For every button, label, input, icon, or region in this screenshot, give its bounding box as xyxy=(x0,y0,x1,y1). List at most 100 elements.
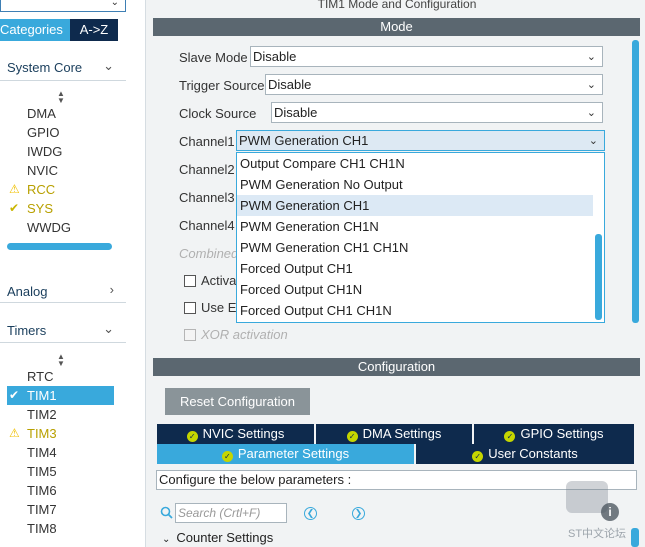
peripheral-item-tim7[interactable]: TIM7 xyxy=(7,500,114,519)
peripheral-item-rtc[interactable]: RTC xyxy=(7,367,114,386)
watermark-text: ST中文论坛 xyxy=(568,528,627,540)
peripheral-item-iwdg[interactable]: IWDG xyxy=(7,142,114,161)
top-dropdown[interactable]: ⌄ xyxy=(0,0,126,12)
peripheral-label: TIM2 xyxy=(27,407,57,422)
divider xyxy=(0,342,126,343)
checkmark-icon: ✔ xyxy=(9,201,20,215)
warning-icon: ⚠ xyxy=(9,426,20,440)
sort-icon[interactable]: ▲ ▼ xyxy=(57,90,65,105)
channel1-dropdown-list[interactable]: Output Compare CH1 CH1N PWM Generation No… xyxy=(236,152,605,323)
chevron-down-icon: ⌄ xyxy=(586,107,596,119)
section-analog[interactable]: Analog › xyxy=(0,279,126,303)
tab-gpio-settings[interactable]: ✓ GPIO Settings xyxy=(474,424,634,444)
dropdown-option[interactable]: PWM Generation No Output xyxy=(237,174,593,195)
channel3-label: Channel3 xyxy=(179,190,235,205)
dropdown-option[interactable]: PWM Generation CH1N xyxy=(237,216,593,237)
dropdown-option[interactable]: Forced Output CH1N xyxy=(237,279,593,300)
dropdown-option[interactable]: PWM Generation CH1 CH1N xyxy=(237,237,593,258)
sort-icon[interactable]: ▲ ▼ xyxy=(57,353,65,368)
section-timers[interactable]: Timers ⌄ xyxy=(0,318,126,342)
slave-mode-label: Slave Mode xyxy=(179,50,248,65)
check-circle-icon: ✓ xyxy=(504,431,516,442)
check-circle-icon: ✓ xyxy=(186,431,198,442)
section-label: Timers xyxy=(7,323,47,338)
peripheral-label: GPIO xyxy=(27,125,60,140)
dropdown-option[interactable]: Forced Output CH1 xyxy=(237,258,593,279)
channel2-label: Channel2 xyxy=(179,162,235,177)
divider xyxy=(0,80,126,81)
dropdown-scrollbar[interactable] xyxy=(595,234,602,320)
tab-label: User Constants xyxy=(488,446,578,461)
tab-categories[interactable]: Categories xyxy=(0,19,70,41)
tab-a-to-z[interactable]: A->Z xyxy=(70,19,118,41)
tab-nvic-settings[interactable]: ✓ NVIC Settings xyxy=(157,424,314,444)
peripheral-label: SYS xyxy=(27,201,54,216)
peripheral-item-nvic[interactable]: NVIC xyxy=(7,161,114,180)
peripheral-label: TIM3 xyxy=(27,426,57,441)
dropdown-option[interactable]: PWM Generation CH1 xyxy=(237,195,593,216)
tab-parameter-settings[interactable]: ✓ Parameter Settings xyxy=(157,444,414,464)
trigger-source-select[interactable]: Disable ⌄ xyxy=(265,74,603,95)
peripheral-label: TIM7 xyxy=(27,502,57,517)
peripheral-item-tim2[interactable]: TIM2 xyxy=(7,405,114,424)
tab-dma-settings[interactable]: ✓ DMA Settings xyxy=(316,424,472,444)
group-label: Counter Settings xyxy=(176,530,274,545)
peripheral-label: RCC xyxy=(27,182,56,197)
peripheral-item-dma[interactable]: DMA xyxy=(7,104,114,123)
tab-label: Parameter Settings xyxy=(237,446,350,461)
peripheral-item-sys[interactable]: ✔ SYS xyxy=(7,199,114,218)
peripheral-item-tim5[interactable]: TIM5 xyxy=(7,462,114,481)
config-scrollbar[interactable] xyxy=(631,528,639,547)
activate-checkbox[interactable] xyxy=(184,275,196,287)
chevron-down-icon: ⌄ xyxy=(586,79,596,91)
divider xyxy=(0,302,126,303)
section-label: System Core xyxy=(7,60,83,75)
trigger-source-label: Trigger Source xyxy=(179,78,265,93)
peripheral-item-tim8[interactable]: TIM8 xyxy=(7,519,114,538)
peripheral-item-gpio[interactable]: GPIO xyxy=(7,123,114,142)
dropdown-option[interactable]: Output Compare CH1 CH1N xyxy=(237,153,593,174)
left-panel: ⌄ Categories A->Z System Core ⌄ ▲ ▼ DMA GP… xyxy=(0,0,126,547)
search-input[interactable]: Search (Crtl+F) xyxy=(175,503,287,523)
checkmark-icon: ✔ xyxy=(9,388,20,402)
peripheral-item-tim3[interactable]: ⚠ TIM3 xyxy=(7,424,114,443)
peripheral-label: TIM5 xyxy=(27,464,57,479)
window-title: TIM1 Mode and Configuration xyxy=(317,0,477,11)
combined-channels-label: Combined xyxy=(179,246,239,261)
peripheral-item-tim4[interactable]: TIM4 xyxy=(7,443,114,462)
peripheral-label: NVIC xyxy=(27,163,59,178)
next-result-icon[interactable]: ❯ xyxy=(352,507,365,520)
peripheral-item-tim1[interactable]: ✔ TIM1 xyxy=(7,386,114,405)
splitter[interactable] xyxy=(126,0,146,547)
channel1-select[interactable]: PWM Generation CH1 ⌄ xyxy=(236,130,605,151)
peripheral-label: TIM6 xyxy=(27,483,57,498)
previous-result-icon[interactable]: ❮ xyxy=(304,507,317,520)
channel4-label: Channel4 xyxy=(179,218,235,233)
horizontal-scrollbar[interactable] xyxy=(7,243,112,250)
chevron-down-icon: ⌄ xyxy=(110,0,119,8)
channel1-label: Channel1 xyxy=(179,134,235,149)
select-value: Disable xyxy=(253,49,297,64)
tab-user-constants[interactable]: ✓ User Constants xyxy=(416,444,634,464)
peripheral-item-wwdg[interactable]: WWDG xyxy=(7,218,114,237)
clock-source-label: Clock Source xyxy=(179,106,257,121)
section-system-core[interactable]: System Core ⌄ xyxy=(0,55,126,79)
search-icon xyxy=(160,506,173,519)
peripheral-label: TIM1 xyxy=(27,388,57,403)
select-value: PWM Generation CH1 xyxy=(239,133,369,148)
xor-activation-checkbox[interactable] xyxy=(184,329,196,341)
use-etr-checkbox[interactable] xyxy=(184,302,196,314)
mode-scrollbar[interactable] xyxy=(632,40,639,323)
dropdown-option[interactable]: Forced Output CH1 CH1N xyxy=(237,300,593,321)
counter-settings-group[interactable]: ⌄ Counter Settings xyxy=(162,530,273,545)
peripheral-item-tim6[interactable]: TIM6 xyxy=(7,481,114,500)
reset-configuration-button[interactable]: Reset Configuration xyxy=(165,388,310,415)
select-value: Disable xyxy=(274,105,318,120)
category-tabbar: Categories A->Z xyxy=(0,19,118,41)
clock-source-select[interactable]: Disable ⌄ xyxy=(271,102,603,123)
chevron-down-icon: ⌄ xyxy=(103,58,114,73)
search-placeholder: Search (Crtl+F) xyxy=(178,506,261,520)
peripheral-item-rcc[interactable]: ⚠ RCC xyxy=(7,180,114,199)
slave-mode-select[interactable]: Disable ⌄ xyxy=(250,46,603,67)
chevron-down-icon: ⌄ xyxy=(588,135,598,147)
